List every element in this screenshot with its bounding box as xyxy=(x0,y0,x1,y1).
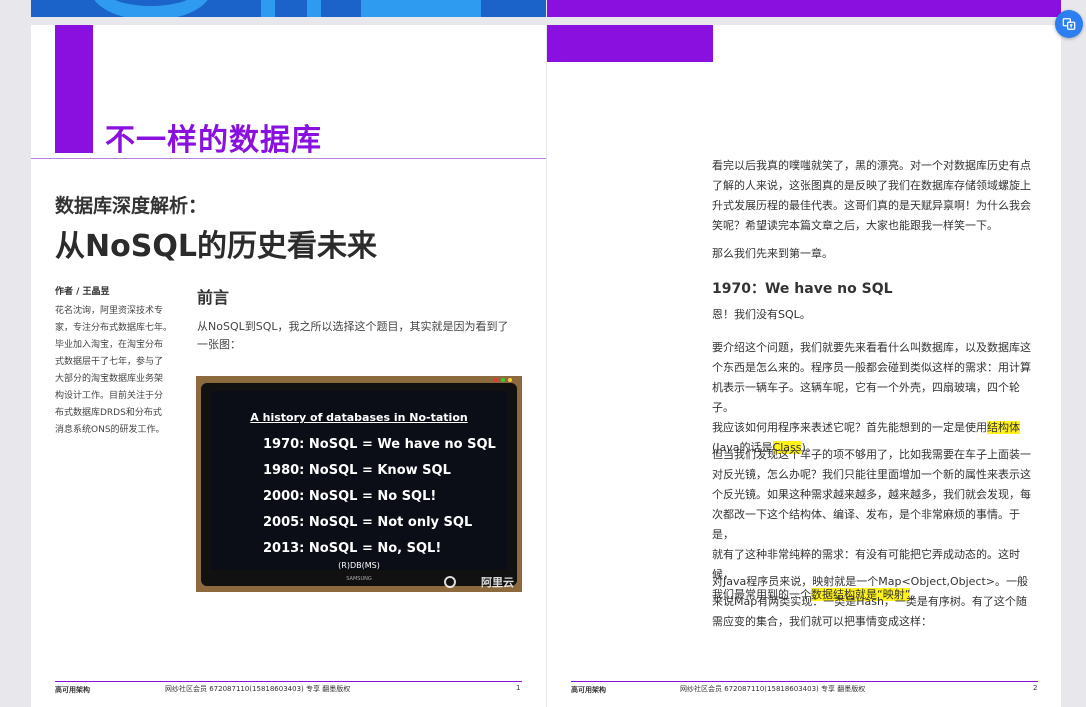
author-bio-line: 毕业加入淘宝，在淘宝分布 xyxy=(55,340,164,350)
author-bio-line: 布式数据库DRDS和分布式 xyxy=(55,408,162,418)
body-line: 个反光镜。如果这种需求越来越多，越来越多，我们就会发现，每 xyxy=(712,488,1031,501)
body-paragraph: 要介绍这个问题，我们就要先来看看什么叫数据库，以及数据库这 个东西是怎么来的。程… xyxy=(712,338,1039,458)
body-line: 我应该如何用程序来表述它呢？首先能想到的一定是使用结构体 xyxy=(712,421,1020,434)
photo-line: 2000: NoSQL = No SQL! xyxy=(263,489,437,504)
watermark-icon xyxy=(444,576,456,588)
body-line: 要介绍这个问题，我们就要先来看看什么叫数据库，以及数据库这 xyxy=(712,341,1031,354)
body-line: 需应变的集合，我们就可以把事情变成这样： xyxy=(712,615,932,628)
chapter-accent-bar xyxy=(55,25,93,153)
footer-divider xyxy=(571,681,1038,682)
highlighted-text: 结构体 xyxy=(987,421,1020,434)
document-page-1: 不一样的数据库 数据库深度解析： 从NoSQL的历史看未来 作者 / 王晶昱 花… xyxy=(31,25,546,707)
author-bio-line: 家，专注分布式数据库七年。 xyxy=(55,323,173,333)
translate-icon xyxy=(1062,18,1076,30)
translate-button[interactable] xyxy=(1055,10,1083,38)
chapter-divider xyxy=(31,158,546,159)
nosql-history-photo: A history of databases in No-tation 1970… xyxy=(196,376,522,592)
article-subtitle: 数据库深度解析： xyxy=(55,195,208,217)
body-line: 机表示一辆车子。这辆车呢，它有一个外壳，四扇玻璃，四个轮子。 xyxy=(712,381,1020,414)
preface-line: 一张图： xyxy=(197,338,241,351)
preface-heading: 前言 xyxy=(197,288,230,307)
body-line: 了解的人来说，这张图真的是反映了我们在数据库存储领域螺旋上 xyxy=(712,179,1031,192)
footer-license: 网纱社区会员 672087110(15818603403) 专享 翻墨版权 xyxy=(680,685,866,693)
body-line: 个东西是怎么来的。程序员一般都会碰到类似这样的需求：用计算 xyxy=(712,361,1031,374)
author-bio-line: 消息系统ONS的研发工作。 xyxy=(55,425,165,435)
monitor-brand: SAMSUNG xyxy=(346,576,372,582)
preface-line: 从NoSQL到SQL，我之所以选择这个题目，其实就是因为看到了 xyxy=(197,320,509,333)
photo-line: 1980: NoSQL = Know SQL xyxy=(263,463,451,478)
page-accent-bar xyxy=(547,25,713,62)
footer-section-name: 高可用架构 xyxy=(571,686,606,694)
footer-divider xyxy=(55,681,522,682)
document-page-2: 看完以后我真的噗嗤就笑了，黑的漂亮。对一个对数据库历史有点 了解的人来说，这张图… xyxy=(547,25,1061,707)
author-bio-line: 大部分的淘宝数据库业务架 xyxy=(55,374,164,384)
photo-line: 1970: NoSQL = We have no SQL xyxy=(263,437,496,452)
previous-page-strip-left xyxy=(31,0,546,17)
author-bio-line: 构设计工作。目前关注于分 xyxy=(55,391,164,401)
author-bio-line: 式数据层干了七年，参与了 xyxy=(55,357,164,367)
section-heading: 1970：We have no SQL xyxy=(712,281,893,297)
body-line: 次都改一下这个结构体、编译、发布，是个非常麻烦的事情。于是， xyxy=(712,508,1020,541)
body-paragraph: 看完以后我真的噗嗤就笑了，黑的漂亮。对一个对数据库历史有点 了解的人来说，这张图… xyxy=(712,156,1039,236)
photo-title: A history of databases in No-tation xyxy=(250,411,468,424)
body-line: 但当我们发现这个车子的项不够用了，比如我需要在车子上面装一 xyxy=(712,448,1031,461)
author-bio: 花名沈询，阿里资深技术专 家，专注分布式数据库七年。 毕业加入淘宝，在淘宝分布 … xyxy=(55,303,173,439)
photo-footnote: (R)DB(MS) xyxy=(338,561,380,570)
body-line: 来说Map有两类实现：一类是Hash，一类是有序树。有了这个随 xyxy=(712,595,1027,608)
monitor-frame: A history of databases in No-tation 1970… xyxy=(201,383,517,586)
body-line: 笑呢？希望读完本篇文章之后，大家也能跟我一样笑一下。 xyxy=(712,219,998,232)
photo-line: 2013: NoSQL = No, SQL! xyxy=(263,541,442,556)
photo-watermark: 阿里云 xyxy=(481,576,514,589)
body-paragraph: 对Java程序员来说，映射就是一个Map<Object,Object>。一般 来… xyxy=(712,572,1039,632)
author-label: 作者 / 王晶昱 xyxy=(55,287,110,297)
body-line: 升式发展历程的最佳代表。这哥们真的是天赋异禀啊！为什么我会 xyxy=(712,199,1031,212)
body-paragraph: 那么我们先来到第一章。 xyxy=(712,247,833,260)
chapter-title: 不一样的数据库 xyxy=(105,123,322,158)
footer-license: 网纱社区会员 672087110(15818603403) 专享 翻墨版权 xyxy=(165,685,351,693)
photo-line: 2005: NoSQL = Not only SQL xyxy=(263,515,473,530)
preface-paragraph: 从NoSQL到SQL，我之所以选择这个题目，其实就是因为看到了 一张图： xyxy=(197,318,525,354)
body-line: 对Java程序员来说，映射就是一个Map<Object,Object>。一般 xyxy=(712,575,1029,588)
page-number: 2 xyxy=(1033,684,1038,692)
body-paragraph: 恩！我们没有SQL。 xyxy=(712,308,811,321)
previous-page-strip-right xyxy=(547,0,1061,17)
article-title: 从NoSQL的历史看未来 xyxy=(55,229,377,264)
monitor-screen: A history of databases in No-tation 1970… xyxy=(211,391,507,570)
page-number: 1 xyxy=(516,684,521,692)
author-bio-line: 花名沈询，阿里资深技术专 xyxy=(55,306,164,316)
body-line: 对反光镜，怎么办呢？我们只能往里面增加一个新的属性来表示这 xyxy=(712,468,1031,481)
footer-section-name: 高可用架构 xyxy=(55,686,90,694)
body-line: 看完以后我真的噗嗤就笑了，黑的漂亮。对一个对数据库历史有点 xyxy=(712,159,1031,172)
